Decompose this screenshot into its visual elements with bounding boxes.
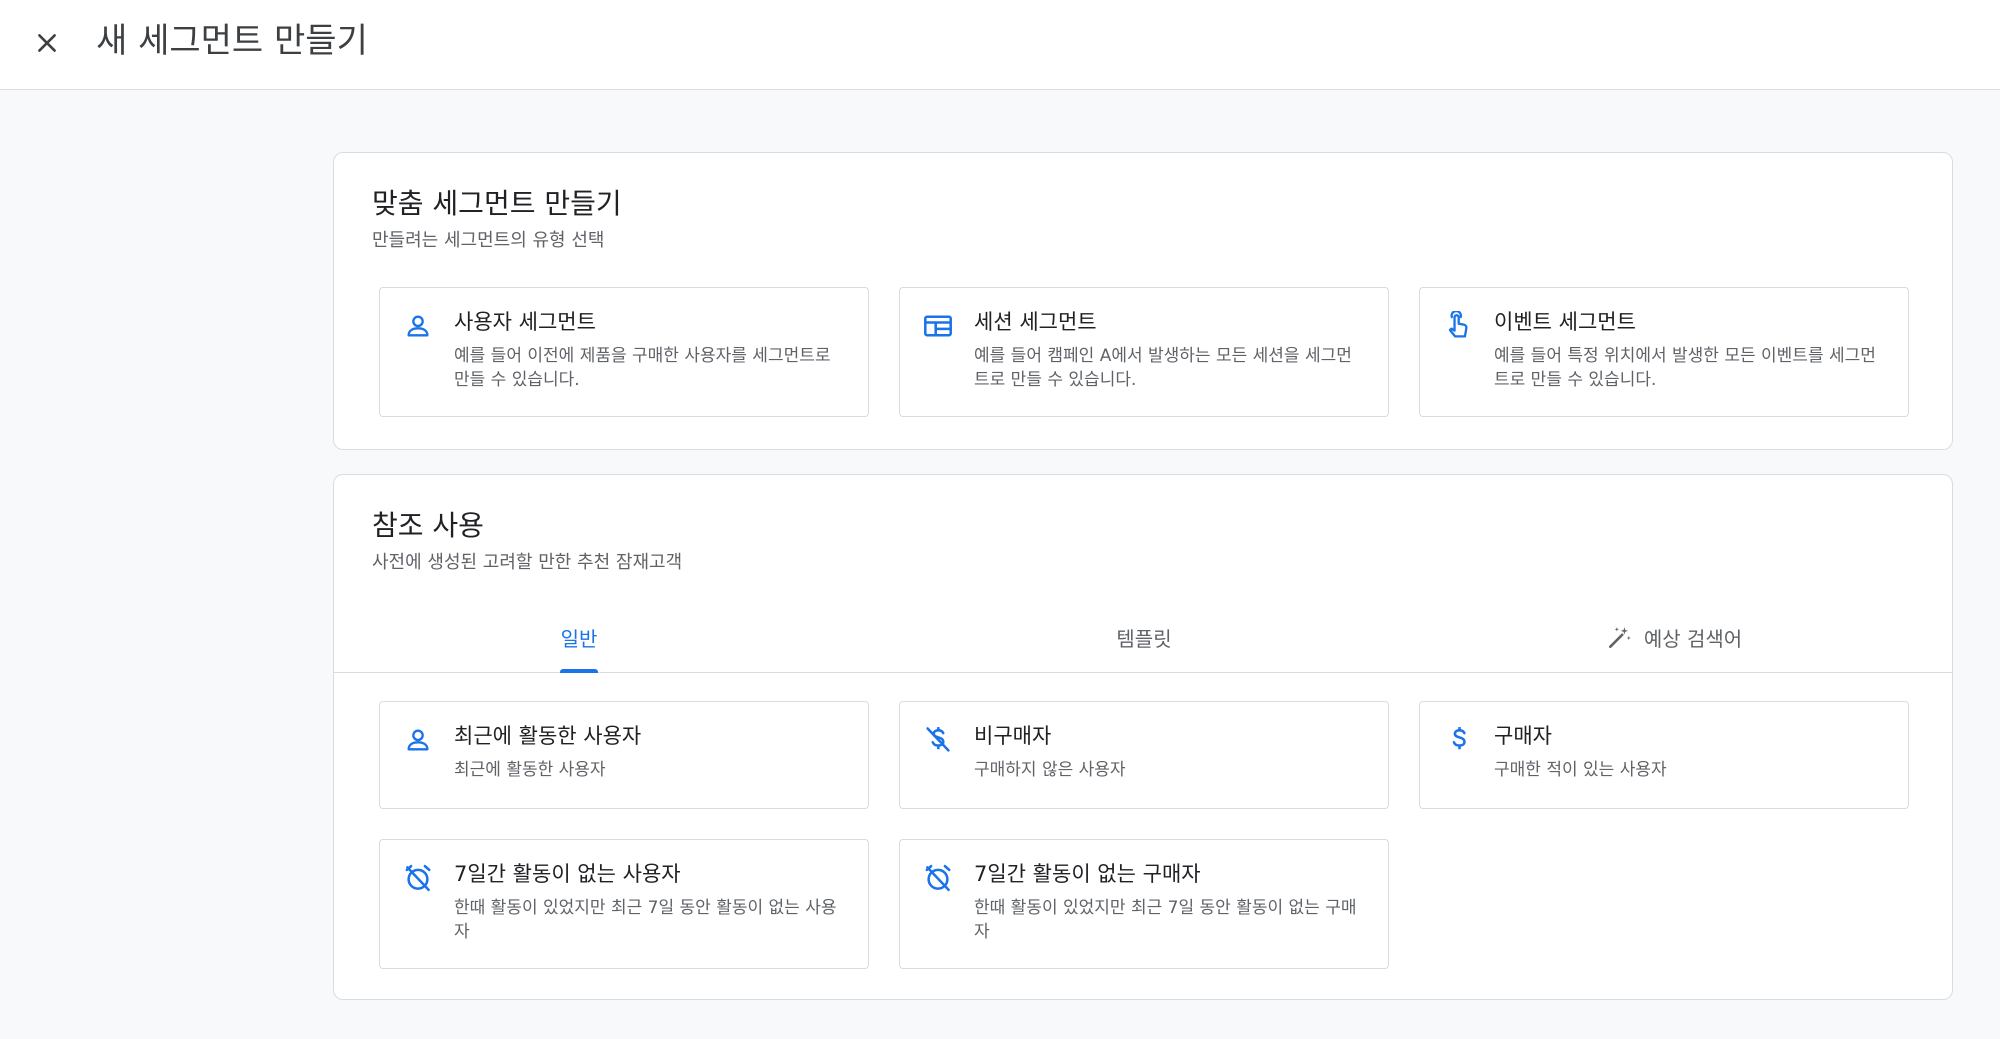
tab-label: 템플릿 — [1116, 627, 1172, 651]
inactive-7d-users-card[interactable]: 7일간 활동이 없는 사용자 한때 활동이 있었지만 최근 7일 동안 활동이 … — [379, 839, 869, 969]
card-description: 예를 들어 이전에 제품을 구매한 사용자를 세그먼트로 만들 수 있습니다. — [454, 346, 831, 390]
page-title: 새 세그먼트 만들기 — [96, 21, 368, 61]
alarm-off-icon — [922, 862, 954, 894]
touch-icon — [1442, 310, 1474, 342]
card-description: 예를 들어 특정 위치에서 발생한 모든 이벤트를 세그먼트로 만들 수 있습니… — [1494, 346, 1876, 390]
person-icon — [402, 724, 434, 756]
custom-segment-section: 맞춤 세그먼트 만들기 만들려는 세그먼트의 유형 선택 사용자 세그먼트 예를… — [333, 152, 1953, 450]
top-bar: 새 세그먼트 만들기 — [0, 0, 2000, 90]
card-title: 이벤트 세그먼트 — [1494, 310, 1636, 334]
tab-templates[interactable]: 템플릿 — [944, 603, 1344, 672]
non-purchasers-card[interactable]: 비구매자 구매하지 않은 사용자 — [899, 701, 1389, 809]
inactive-7d-purchasers-card[interactable]: 7일간 활동이 없는 구매자 한때 활동이 있었지만 최근 7일 동안 활동이 … — [899, 839, 1389, 969]
tab-label: 일반 — [560, 627, 598, 651]
card-title: 구매자 — [1494, 724, 1552, 748]
person-icon — [402, 310, 434, 342]
event-segment-card[interactable]: 이벤트 세그먼트 예를 들어 특정 위치에서 발생한 모든 이벤트를 세그먼트로… — [1419, 287, 1909, 417]
close-button[interactable] — [26, 24, 68, 66]
card-title: 7일간 활동이 없는 사용자 — [454, 862, 681, 886]
close-icon — [34, 30, 60, 60]
alarm-off-icon — [402, 862, 434, 894]
active-tab-indicator — [560, 669, 598, 673]
card-description: 예를 들어 캠페인 A에서 발생하는 모든 세션을 세그먼트로 만들 수 있습니… — [974, 346, 1352, 390]
dollar-icon — [1442, 724, 1474, 756]
card-title: 세션 세그먼트 — [974, 310, 1097, 334]
card-title: 비구매자 — [974, 724, 1052, 748]
reference-tabs: 일반 템플릿 예상 검색어 — [334, 603, 1952, 673]
section-title: 참조 사용 — [372, 509, 484, 542]
tab-general[interactable]: 일반 — [379, 603, 779, 673]
recently-active-users-card[interactable]: 최근에 활동한 사용자 최근에 활동한 사용자 — [379, 701, 869, 809]
section-subtitle: 만들려는 세그먼트의 유형 선택 — [372, 230, 605, 251]
session-segment-card[interactable]: 세션 세그먼트 예를 들어 캠페인 A에서 발생하는 모든 세션을 세그먼트로 … — [899, 287, 1389, 417]
card-description: 최근에 활동한 사용자 — [454, 760, 606, 780]
card-title: 최근에 활동한 사용자 — [454, 724, 642, 748]
reference-section: 참조 사용 사전에 생성된 고려할 만한 추천 잠재고객 일반 템플릿 예상 검… — [333, 474, 1953, 1000]
tab-label: 예상 검색어 — [1643, 627, 1743, 651]
magic-wand-icon — [1606, 625, 1632, 651]
section-title: 맞춤 세그먼트 만들기 — [372, 187, 622, 220]
purchasers-card[interactable]: 구매자 구매한 적이 있는 사용자 — [1419, 701, 1909, 809]
user-segment-card[interactable]: 사용자 세그먼트 예를 들어 이전에 제품을 구매한 사용자를 세그먼트로 만들… — [379, 287, 869, 417]
no-purchase-icon — [922, 724, 954, 756]
card-description: 구매하지 않은 사용자 — [974, 760, 1126, 780]
tab-predictive[interactable]: 예상 검색어 — [1474, 603, 1874, 672]
section-subtitle: 사전에 생성된 고려할 만한 추천 잠재고객 — [372, 552, 683, 573]
card-title: 7일간 활동이 없는 구매자 — [974, 862, 1201, 886]
card-description: 한때 활동이 있었지만 최근 7일 동안 활동이 없는 구매자 — [974, 898, 1357, 942]
card-description: 구매한 적이 있는 사용자 — [1494, 760, 1667, 780]
card-description: 한때 활동이 있었지만 최근 7일 동안 활동이 없는 사용자 — [454, 898, 837, 942]
card-title: 사용자 세그먼트 — [454, 310, 596, 334]
session-icon — [922, 310, 954, 342]
